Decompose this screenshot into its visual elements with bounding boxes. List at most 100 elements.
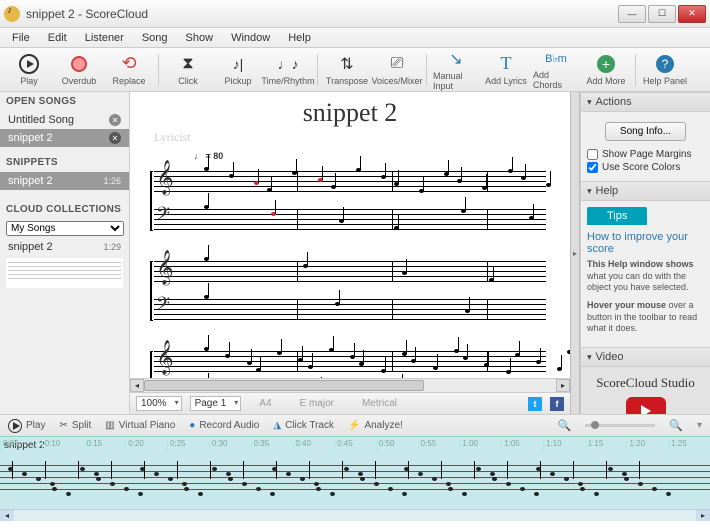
actions-header[interactable]: Actions — [581, 92, 710, 112]
click-button[interactable]: ⧗Click — [165, 50, 211, 90]
add-chords-button[interactable]: B♭mAdd Chords — [533, 50, 579, 90]
transpose-button[interactable]: ⇅Transpose — [324, 50, 370, 90]
song-info-button[interactable]: Song Info... — [605, 122, 686, 141]
timeline-tick: 0:15 — [84, 439, 126, 451]
click-track-button[interactable]: ◮ Click Track — [273, 420, 334, 431]
checkbox-icon[interactable] — [587, 149, 598, 160]
sidebar: OPEN SONGS Untitled Song✕snippet 2✕ SNIP… — [0, 92, 130, 414]
video-header[interactable]: Video — [581, 347, 710, 367]
toolbar: PlayOverdub⟲Replace ⧗Click♪|Pickup♩♪Time/… — [0, 48, 710, 92]
sidebar-item[interactable]: snippet 2✕ — [0, 129, 129, 147]
page-select[interactable]: Page 1 — [190, 396, 242, 411]
menu-listener[interactable]: Listener — [77, 30, 132, 46]
timeline-hscrollbar[interactable]: ◂ ▸ — [0, 509, 710, 521]
analyze-button[interactable]: ⚡ Analyze! — [348, 420, 403, 431]
timeline-tick: 0:25 — [167, 439, 209, 451]
play-video-icon[interactable] — [626, 397, 666, 414]
add-lyrics-button[interactable]: TAdd Lyrics — [483, 50, 529, 90]
play-button[interactable]: Play — [6, 50, 52, 90]
snippets-header: SNIPPETS — [0, 153, 129, 172]
help-panel-button[interactable]: ?Help Panel — [642, 50, 688, 90]
show-margins-checkbox[interactable]: Show Page Margins — [587, 149, 704, 160]
manual-input-button[interactable]: ↘Manual Input — [433, 50, 479, 90]
zoom-select[interactable]: 100% — [136, 396, 182, 411]
minimize-button[interactable]: — — [618, 5, 646, 23]
virtual-piano-button[interactable]: ▥ Virtual Piano — [105, 420, 175, 431]
menu-file[interactable]: File — [4, 30, 38, 46]
scissors-icon: ✂ — [59, 420, 67, 431]
addmore-icon: + — [596, 54, 616, 74]
bass-clef-icon: 𝄢 — [156, 293, 170, 319]
play-icon — [8, 419, 22, 433]
treble-staff[interactable]: 𝄞 — [154, 343, 546, 378]
sidebar-item[interactable]: snippet 21:26 — [0, 172, 129, 190]
record-audio-button[interactable]: ● Record Audio — [189, 420, 259, 431]
timeline-tick: 0:45 — [334, 439, 376, 451]
menu-edit[interactable]: Edit — [40, 30, 75, 46]
cloud-collection-select[interactable]: My Songs — [6, 221, 124, 236]
score-page[interactable]: snippet 2 Lyricist ♩ = 80 𝄞 𝄢 — [130, 92, 570, 378]
score-hscrollbar[interactable]: ◂ ▸ — [130, 378, 570, 392]
scroll-left-icon[interactable]: ◂ — [0, 510, 14, 521]
collapse-right-panel[interactable]: ▸ — [570, 92, 580, 414]
use-score-colors-checkbox[interactable]: Use Score Colors — [587, 162, 704, 173]
bass-staff[interactable]: 𝄢 — [154, 291, 546, 329]
manual-icon: ↘ — [446, 49, 466, 69]
timeline-tick: 1:10 — [543, 439, 585, 451]
close-button[interactable]: ✕ — [678, 5, 706, 23]
zoom-in-icon[interactable]: 🔍 — [669, 419, 683, 432]
scroll-left-icon[interactable]: ◂ — [130, 379, 144, 392]
zoom-out-icon[interactable]: 🔍 — [558, 419, 572, 432]
key-field[interactable]: E major — [290, 398, 344, 409]
maximize-button[interactable]: ☐ — [648, 5, 676, 23]
lyricist-placeholder: Lyricist — [154, 130, 546, 145]
split-button[interactable]: ✂ Split — [59, 420, 91, 431]
facebook-icon[interactable]: f — [550, 397, 564, 411]
replace-button[interactable]: ⟲Replace — [106, 50, 152, 90]
overdub-button[interactable]: Overdub — [56, 50, 102, 90]
time-rhythm-button[interactable]: ♩♪Time/Rhythm — [265, 50, 311, 90]
scroll-right-icon[interactable]: ▸ — [696, 510, 710, 521]
replace-icon: ⟲ — [119, 54, 139, 74]
menu-show[interactable]: Show — [178, 30, 222, 46]
piano-icon: ▥ — [105, 420, 114, 431]
layout-field[interactable]: Metrical — [352, 398, 407, 409]
chevron-down-icon[interactable]: ▾ — [697, 420, 702, 431]
scroll-thumb[interactable] — [144, 380, 424, 391]
transpose-icon: ⇅ — [337, 54, 357, 74]
treble-staff[interactable]: 𝄞 — [154, 253, 546, 291]
checkbox-icon[interactable] — [587, 162, 598, 173]
mixer-icon: ⎚ — [387, 54, 407, 74]
close-icon[interactable]: ✕ — [109, 114, 121, 126]
video-box: ScoreCloud Studio Introduction — [581, 367, 710, 414]
add-more-button[interactable]: +Add More — [583, 50, 629, 90]
timeline-tick: 1:05 — [501, 439, 543, 451]
help-header[interactable]: Help — [581, 181, 710, 201]
play-circle-icon — [19, 54, 39, 74]
zoom-slider[interactable] — [585, 424, 655, 427]
bass-staff[interactable]: 𝄢 — [154, 201, 546, 239]
transport-play-button[interactable]: Play — [8, 419, 45, 433]
pickup-button[interactable]: ♪|Pickup — [215, 50, 261, 90]
treble-staff[interactable]: 𝄞 — [154, 163, 546, 201]
scroll-right-icon[interactable]: ▸ — [556, 379, 570, 392]
timeline-tick: 0:50 — [376, 439, 418, 451]
timeline-tick: 1:00 — [459, 439, 501, 451]
time-icon: ♩♪ — [278, 54, 298, 74]
paper-size-field[interactable]: A4 — [249, 398, 281, 409]
menu-song[interactable]: Song — [134, 30, 176, 46]
timeline-tick: 0:35 — [251, 439, 293, 451]
close-icon[interactable]: ✕ — [109, 132, 121, 144]
tips-tab[interactable]: Tips — [587, 207, 647, 225]
twitter-icon[interactable]: t — [528, 397, 542, 411]
timeline-tick: 1:15 — [585, 439, 627, 451]
treble-clef-icon: 𝄞 — [156, 161, 174, 195]
sidebar-item[interactable]: Untitled Song✕ — [0, 111, 129, 129]
voices-mixer-button[interactable]: ⎚Voices/Mixer — [374, 50, 420, 90]
sidebar-item[interactable]: snippet 21:29 — [0, 238, 129, 256]
timeline[interactable]: snippet 2 0:050:100:150:200:250:300:350:… — [0, 436, 710, 521]
menu-window[interactable]: Window — [223, 30, 278, 46]
menu-help[interactable]: Help — [280, 30, 319, 46]
help-text: This Help window shows what you can do w… — [587, 259, 704, 294]
timeline-tick: 0:10 — [42, 439, 84, 451]
